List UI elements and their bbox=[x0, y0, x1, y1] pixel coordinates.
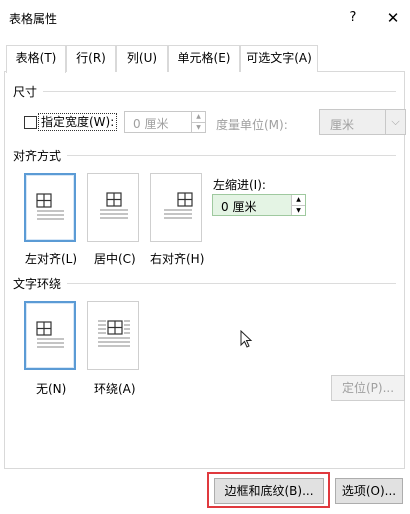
left-indent-label: 左缩进(I): bbox=[213, 178, 266, 192]
dialog-title: 表格属性 bbox=[9, 12, 58, 26]
unit-label: 度量单位(M): bbox=[216, 118, 288, 132]
options-button[interactable]: 选项(O)... bbox=[335, 478, 403, 504]
width-spinner[interactable]: 0 厘米 ▲ ▼ bbox=[124, 111, 206, 133]
align-center-label[interactable]: 居中(C) bbox=[94, 250, 136, 267]
wrap-around-label[interactable]: 环绕(A) bbox=[94, 380, 136, 397]
specify-width-checkbox[interactable] bbox=[24, 116, 37, 129]
wrap-around-icon bbox=[98, 320, 130, 347]
width-spin-buttons[interactable]: ▲ ▼ bbox=[191, 112, 205, 132]
unit-dropdown[interactable]: 厘米 ⌵ bbox=[319, 109, 406, 135]
align-center-tile[interactable] bbox=[87, 173, 139, 242]
title-bar: 表格属性 ? ✕ bbox=[0, 0, 410, 36]
mouse-cursor-icon bbox=[240, 330, 253, 348]
indent-spin-buttons[interactable]: ▲ ▼ bbox=[291, 195, 305, 215]
tab-table[interactable]: 表格(T) bbox=[6, 45, 66, 73]
close-button[interactable]: ✕ bbox=[380, 6, 406, 30]
tab-cell[interactable]: 单元格(E) bbox=[168, 45, 240, 72]
position-button[interactable]: 定位(P)... bbox=[331, 375, 405, 401]
unit-value: 厘米 bbox=[330, 118, 355, 132]
specify-width-label[interactable]: 指定宽度(W): bbox=[38, 113, 118, 131]
align-left-icon bbox=[36, 193, 64, 220]
align-right-tile[interactable] bbox=[150, 173, 202, 242]
wrap-around-tile[interactable] bbox=[87, 301, 139, 370]
spin-down-icon[interactable]: ▼ bbox=[292, 205, 305, 215]
tab-column[interactable]: 列(U) bbox=[116, 45, 168, 72]
left-indent-spinner[interactable]: 0 厘米 ▲ ▼ bbox=[212, 194, 306, 216]
section-divider bbox=[67, 154, 396, 156]
align-center-icon bbox=[100, 192, 128, 219]
wrap-none-icon bbox=[36, 321, 64, 348]
width-value: 0 厘米 bbox=[133, 117, 169, 131]
size-section-header: 尺寸 bbox=[13, 83, 396, 99]
align-right-icon bbox=[164, 192, 193, 219]
spin-down-icon[interactable]: ▼ bbox=[192, 122, 205, 132]
size-heading: 尺寸 bbox=[13, 84, 38, 99]
align-left-label[interactable]: 左对齐(L) bbox=[25, 250, 77, 267]
wrap-heading: 文字环绕 bbox=[13, 276, 62, 291]
chevron-down-icon[interactable]: ⌵ bbox=[385, 110, 405, 134]
alignment-section-header: 对齐方式 bbox=[13, 147, 396, 163]
tab-row[interactable]: 行(R) bbox=[66, 45, 116, 72]
spin-up-icon[interactable]: ▲ bbox=[192, 112, 205, 122]
wrap-none-label[interactable]: 无(N) bbox=[36, 380, 66, 397]
align-left-tile[interactable] bbox=[24, 173, 76, 242]
align-right-label[interactable]: 右对齐(H) bbox=[150, 250, 204, 267]
alignment-heading: 对齐方式 bbox=[13, 148, 62, 163]
left-indent-value[interactable]: 0 厘米 bbox=[221, 198, 256, 215]
section-divider bbox=[67, 282, 396, 284]
borders-shading-button[interactable]: 边框和底纹(B)... bbox=[214, 478, 324, 504]
wrap-none-tile[interactable] bbox=[24, 301, 76, 370]
wrap-section-header: 文字环绕 bbox=[13, 275, 396, 291]
help-button[interactable]: ? bbox=[340, 6, 366, 30]
tab-alt-text[interactable]: 可选文字(A) bbox=[240, 45, 318, 72]
spin-up-icon[interactable]: ▲ bbox=[292, 195, 305, 205]
section-divider bbox=[43, 90, 396, 92]
